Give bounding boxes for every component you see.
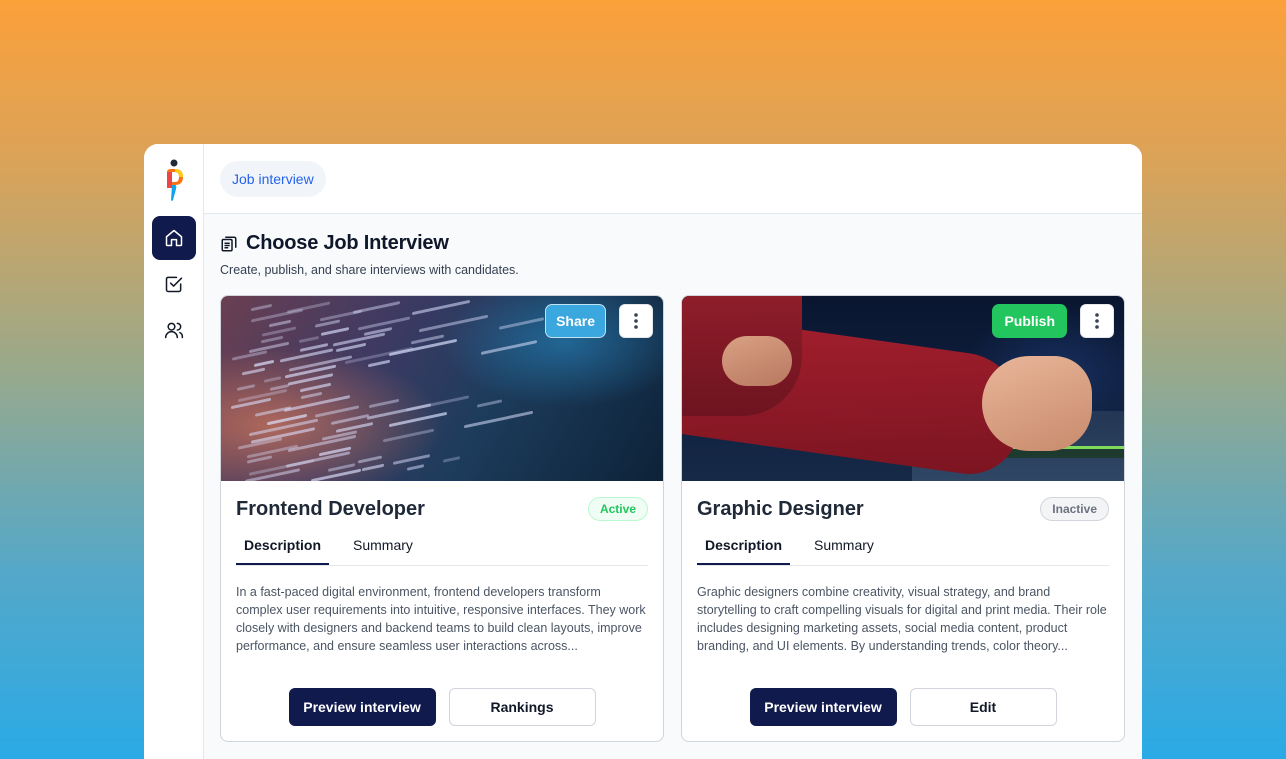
interview-card-frontend-developer: Share Frontend Developer Active Descript… — [220, 295, 664, 742]
code-line-segment — [299, 382, 331, 393]
card-actions: Preview interview Edit — [682, 688, 1124, 726]
more-options-button[interactable] — [1080, 304, 1114, 338]
sidebar — [144, 144, 204, 759]
main-area: Job interview Choose Job Interview Creat… — [204, 144, 1142, 759]
code-line-segment — [406, 464, 424, 471]
card-title-row: Frontend Developer Active — [236, 497, 648, 521]
card-image-designer: Publish — [682, 296, 1124, 481]
documents-icon — [221, 236, 237, 251]
hand-shape — [982, 356, 1092, 451]
code-line-segment — [464, 410, 534, 429]
code-line-segment — [300, 391, 322, 400]
card-image-actions: Share — [545, 304, 653, 338]
status-badge: Inactive — [1040, 497, 1109, 521]
card-image-actions: Publish — [992, 304, 1114, 338]
code-line-segment — [419, 314, 489, 333]
card-description: In a fast-paced digital environment, fro… — [236, 585, 646, 653]
card-image-code: Share — [221, 296, 663, 481]
code-line-segment — [368, 398, 399, 409]
app-window: Job interview Choose Job Interview Creat… — [144, 144, 1142, 759]
code-line-segment — [361, 463, 384, 472]
code-line-segment — [248, 341, 289, 354]
code-line-segment — [310, 468, 361, 481]
hand-shape-left — [722, 336, 792, 386]
code-line-segment — [498, 317, 545, 330]
code-line-segment — [261, 335, 284, 344]
code-line-segment — [268, 319, 291, 328]
tab-description[interactable]: Description — [236, 537, 330, 565]
code-line-segment — [392, 454, 430, 465]
home-icon — [165, 229, 182, 247]
code-line-segment — [476, 399, 503, 408]
card-description: Graphic designers combine creativity, vi… — [697, 585, 1107, 653]
code-line-segment — [480, 340, 537, 355]
topbar: Job interview — [204, 144, 1142, 214]
tab-summary[interactable]: Summary — [345, 537, 421, 565]
code-line-segment — [236, 384, 255, 391]
card-body: Graphic Designer Inactive Description Su… — [682, 481, 1124, 655]
breadcrumb-job-interview[interactable]: Job interview — [220, 160, 326, 197]
nav-home[interactable] — [151, 216, 196, 260]
kebab-menu-icon — [1095, 313, 1099, 329]
rankings-button[interactable]: Rankings — [448, 688, 596, 726]
more-options-button[interactable] — [619, 304, 653, 338]
logo-icon — [166, 159, 183, 201]
code-line-segment — [261, 326, 297, 337]
code-line-segment — [389, 411, 448, 428]
code-line-segment — [357, 455, 382, 464]
card-tabs: Description Summary — [236, 537, 648, 566]
code-line-segment — [442, 456, 460, 463]
code-line-segment — [320, 309, 362, 322]
share-button[interactable]: Share — [545, 304, 606, 338]
users-icon — [164, 322, 183, 339]
code-line-segment — [250, 303, 272, 312]
code-line-segment — [250, 308, 303, 323]
card-title: Frontend Developer — [236, 497, 425, 520]
card-body: Frontend Developer Active Description Su… — [221, 481, 663, 655]
nav-users[interactable] — [152, 308, 196, 352]
interview-cards: Share Frontend Developer Active Descript… — [220, 295, 1126, 742]
code-line-segment — [314, 405, 359, 418]
preview-interview-button[interactable]: Preview interview — [288, 688, 436, 726]
code-line-segment — [264, 376, 282, 383]
tab-description[interactable]: Description — [697, 537, 791, 565]
preview-interview-button[interactable]: Preview interview — [749, 688, 897, 726]
content: Choose Job Interview Create, publish, an… — [204, 214, 1142, 742]
tab-summary[interactable]: Summary — [806, 537, 882, 565]
card-tabs: Description Summary — [697, 537, 1109, 566]
page-header: Choose Job Interview — [220, 232, 1126, 255]
publish-button[interactable]: Publish — [992, 304, 1067, 338]
page-subtitle: Create, publish, and share interviews wi… — [220, 263, 519, 277]
code-line-segment — [298, 335, 319, 344]
code-line-segment — [254, 359, 275, 368]
code-line-segment — [367, 359, 390, 368]
page-title: Choose Job Interview — [246, 232, 449, 254]
card-actions: Preview interview Rankings — [221, 688, 663, 726]
code-line-segment — [241, 367, 266, 376]
edit-button[interactable]: Edit — [909, 688, 1057, 726]
code-line-segment — [412, 299, 471, 316]
interview-card-graphic-designer: Publish Graphic Designer Inactive Descri… — [681, 295, 1125, 742]
card-title-row: Graphic Designer Inactive — [697, 497, 1109, 521]
code-line-segment — [320, 327, 349, 336]
nav-tasks[interactable] — [152, 262, 196, 306]
status-badge: Active — [587, 497, 648, 521]
kebab-menu-icon — [634, 313, 638, 329]
code-line-segment — [382, 428, 434, 443]
checkbox-icon — [165, 276, 182, 293]
card-title: Graphic Designer — [697, 497, 864, 520]
